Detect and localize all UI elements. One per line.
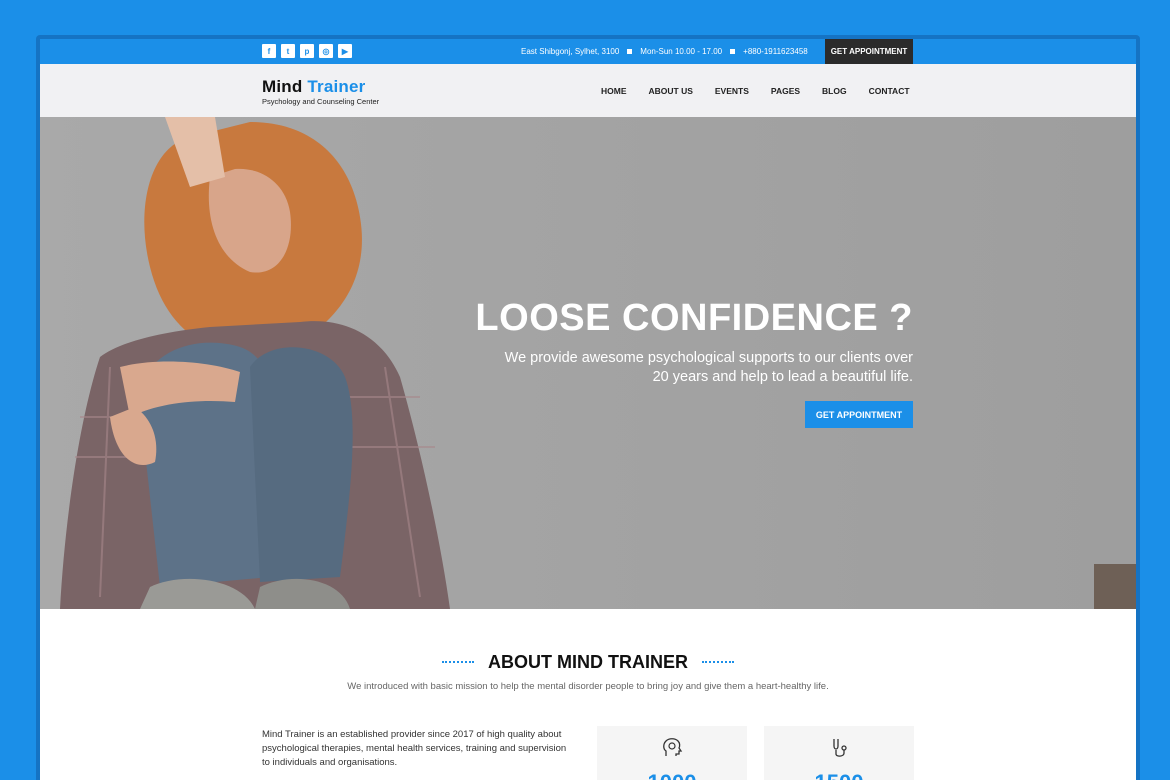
brain-head-icon: [663, 738, 683, 756]
about-title: ABOUT MIND TRAINER: [488, 651, 688, 672]
site-header: Mind Trainer Psychology and Counseling C…: [40, 64, 1136, 117]
instagram-icon[interactable]: ◎: [319, 44, 333, 58]
stethoscope-icon: [833, 739, 847, 757]
stat-card: 1000: [597, 726, 747, 780]
nav-pages[interactable]: PAGES: [771, 86, 800, 96]
nav-blog[interactable]: BLOG: [822, 86, 847, 96]
title-dots-left: [442, 661, 474, 663]
stat-card: 1500: [764, 726, 914, 780]
contact-info: East Shibgonj, Sylhet, 3100 Mon-Sun 10.0…: [521, 39, 808, 64]
site-logo[interactable]: Mind Trainer Psychology and Counseling C…: [262, 77, 379, 106]
separator-square-icon: [627, 49, 633, 54]
address-text: East Shibgonj, Sylhet, 3100: [521, 47, 620, 56]
title-dots-right: [702, 661, 734, 663]
logo-subtitle: Psychology and Counseling Center: [262, 97, 380, 106]
phone-text: +880-1911623458: [743, 47, 808, 56]
sad-woman-image: [60, 117, 450, 609]
pinterest-icon[interactable]: p: [300, 44, 314, 58]
hours-text: Mon-Sun 10.00 - 17.00: [640, 47, 723, 56]
top-appointment-button[interactable]: GET APPOINTMENT: [825, 39, 913, 64]
facebook-icon[interactable]: f: [262, 44, 276, 58]
youtube-icon[interactable]: ▶: [338, 44, 352, 58]
about-heading: ABOUT MIND TRAINER: [40, 650, 1136, 673]
nav-events[interactable]: EVENTS: [715, 86, 749, 96]
top-bar: f t p ◎ ▶ East Shibgonj, Sylhet, 3100 Mo…: [40, 39, 1136, 64]
stat-value: 1500: [764, 770, 914, 780]
nav-contact[interactable]: CONTACT: [869, 86, 910, 96]
logo-main-text: Mind: [262, 77, 308, 96]
logo-title: Mind Trainer: [262, 77, 379, 97]
hero-banner: LOOSE CONFIDENCE ? We provide awesome ps…: [40, 117, 1136, 609]
hero-subtitle: We provide awesome psychological support…: [504, 350, 913, 385]
logo-accent-text: Trainer: [307, 77, 366, 96]
about-text: Mind Trainer is an established provider …: [262, 729, 567, 768]
nav-about-us[interactable]: ABOUT US: [649, 86, 693, 96]
shelf-object-image: [1094, 564, 1136, 609]
separator-square-icon: [730, 49, 736, 54]
main-nav: HOME ABOUT US EVENTS PAGES BLOG CONTACT: [601, 64, 910, 117]
stat-value: 1000: [597, 770, 747, 780]
hero-title: LOOSE CONFIDENCE ?: [475, 297, 913, 339]
social-links: f t p ◎ ▶: [262, 44, 352, 58]
nav-home[interactable]: HOME: [601, 86, 627, 96]
twitter-icon[interactable]: t: [281, 44, 295, 58]
hero-appointment-button[interactable]: GET APPOINTMENT: [805, 401, 913, 428]
about-description: We introduced with basic mission to help…: [347, 681, 829, 692]
